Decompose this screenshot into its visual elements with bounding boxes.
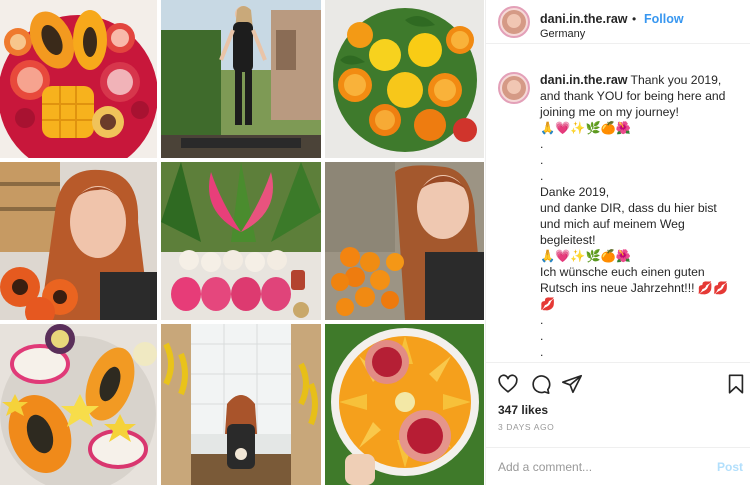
comment-icon[interactable] xyxy=(529,373,551,395)
heart-icon[interactable] xyxy=(497,373,519,395)
separator-dot: • xyxy=(632,12,637,26)
follow-button[interactable]: Follow xyxy=(644,12,684,26)
photo-jumping-garden xyxy=(161,0,321,158)
caption-line: Rutsch ins neue Jahrzehnt!!! 💋💋 xyxy=(540,281,729,295)
photo-selfie-papaya xyxy=(0,162,157,320)
caption-line: joining me on my journey! xyxy=(540,105,679,119)
like-count[interactable]: 347 likes xyxy=(498,403,548,417)
caption-line: Danke 2019, xyxy=(540,185,610,199)
caption-emoji-line: 🙏💗✨🌿🍊🌺 xyxy=(540,249,632,263)
photo-collage[interactable] xyxy=(0,0,484,485)
comment-bar: Post xyxy=(486,447,750,485)
caption-area[interactable]: dani.in.the.raw Thank you 2019, and thank… xyxy=(486,58,750,363)
comment-input[interactable] xyxy=(498,458,698,476)
caption-line: . xyxy=(540,137,544,151)
caption-line: Ich wünsche euch einen guten xyxy=(540,265,705,279)
caption-line: . xyxy=(540,345,544,359)
photo-exotic-fruit-platter xyxy=(0,324,157,485)
share-icon[interactable] xyxy=(561,373,583,395)
caption-text: dani.in.the.raw Thank you 2019, and thank… xyxy=(540,72,745,360)
post-header: dani.in.the.raw • Follow Germany xyxy=(486,0,750,44)
caption-line: and thank YOU for being here and xyxy=(540,89,726,103)
avatar[interactable] xyxy=(498,6,530,38)
caption-emoji-line: 🙏💗✨🌿🍊🌺 xyxy=(540,121,632,135)
caption-line: . xyxy=(540,313,544,327)
caption-line: . xyxy=(540,169,544,183)
post-date[interactable]: 3 DAYS AGO xyxy=(498,422,554,432)
caption-line-text: Thank you 2019, xyxy=(630,73,722,87)
avatar-image xyxy=(502,10,526,34)
caption-line: . xyxy=(540,153,544,167)
post-panel: dani.in.the.raw • Follow Germany dani.in… xyxy=(485,0,750,485)
avatar-image xyxy=(502,76,526,100)
caption-line: 💋 xyxy=(540,297,556,311)
photo-greenhouse-bananas xyxy=(161,324,321,485)
header-username[interactable]: dani.in.the.raw xyxy=(540,12,628,26)
photo-citrus-arrangement xyxy=(325,0,484,158)
caption-avatar[interactable] xyxy=(498,72,530,104)
caption-line: begleitest! xyxy=(540,233,596,247)
post-comment-button[interactable]: Post xyxy=(717,460,743,474)
post-actions: 347 likes 3 DAYS AGO Post xyxy=(486,362,750,485)
caption-line: und mich auf meinem Weg xyxy=(540,217,685,231)
caption-line: . xyxy=(540,329,544,343)
caption-username[interactable]: dani.in.the.raw xyxy=(540,73,628,87)
location-link[interactable]: Germany xyxy=(540,28,585,40)
photo-tropical-market xyxy=(161,162,321,320)
caption-line: und danke DIR, dass du hier bist xyxy=(540,201,717,215)
bookmark-icon[interactable] xyxy=(725,373,747,395)
photo-fruit-platter xyxy=(0,0,157,158)
photo-selfie-oranges xyxy=(325,162,484,320)
caption-line: dani.in.the.raw Thank you 2019, xyxy=(540,72,745,88)
photo-pomegranate-plate xyxy=(325,324,484,485)
